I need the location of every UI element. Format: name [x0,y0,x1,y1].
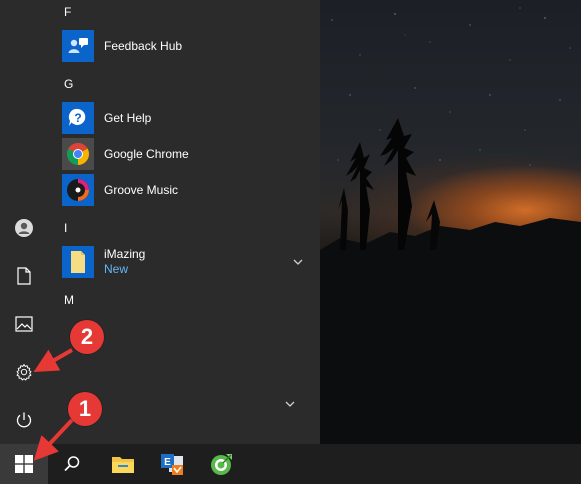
user-icon [15,219,33,237]
app-list: F Feedback Hub G ? Get Help Google Chrom… [48,0,320,444]
outlook-icon: E [161,454,183,475]
app-item-groove-music[interactable]: Groove Music [62,172,320,208]
mountain-silhouette [320,118,581,444]
svg-text:E: E [164,457,171,468]
app-item-feedback-hub[interactable]: Feedback Hub [62,28,320,64]
power-icon [16,412,32,428]
search-icon [64,456,80,472]
annotation-badge-1: 1 [68,392,102,426]
svg-text:?: ? [74,111,81,125]
chevron-down-icon[interactable] [284,398,296,410]
app-icon [211,454,232,475]
chrome-icon [62,138,94,170]
app-name: iMazing [104,247,146,261]
app-name: Groove Music [104,182,179,197]
start-button[interactable] [0,444,48,484]
groove-music-icon [62,174,94,206]
desktop-wallpaper [320,0,581,444]
annotation-badge-2: 2 [70,320,104,354]
app-name: Get Help [104,110,152,125]
windows-start-icon [15,455,33,473]
power-button[interactable] [0,396,48,444]
app-item-imazing[interactable]: iMazing New [62,244,320,280]
group-header-f[interactable]: F [64,2,71,22]
group-header-g[interactable]: G [64,74,73,94]
app-item-get-help[interactable]: ? Get Help [62,100,320,136]
new-app-label: New [104,262,129,276]
taskbar: E [0,444,581,484]
pictures-icon [15,316,33,332]
search-button[interactable] [48,444,96,484]
start-menu: F Feedback Hub G ? Get Help Google Chrom… [0,0,320,444]
taskbar-app-button[interactable] [198,444,246,484]
get-help-icon: ? [62,102,94,134]
file-explorer-button[interactable] [99,444,147,484]
feedback-hub-icon [62,30,94,62]
imazing-icon [62,246,94,278]
app-name: Feedback Hub [104,38,183,53]
settings-icon [16,364,32,381]
chevron-down-icon[interactable] [292,256,304,268]
account-button[interactable] [0,204,48,252]
documents-icon [17,267,31,285]
app-name: Google Chrome [104,146,189,161]
app-item-google-chrome[interactable]: Google Chrome [62,136,320,172]
documents-button[interactable] [0,252,48,300]
outlook-button[interactable]: E [148,444,196,484]
pictures-button[interactable] [0,300,48,348]
group-header-m[interactable]: M [64,290,74,310]
file-explorer-icon [112,457,134,473]
start-menu-left-rail [0,0,48,444]
group-header-i[interactable]: I [64,218,67,238]
settings-button[interactable] [0,348,48,396]
